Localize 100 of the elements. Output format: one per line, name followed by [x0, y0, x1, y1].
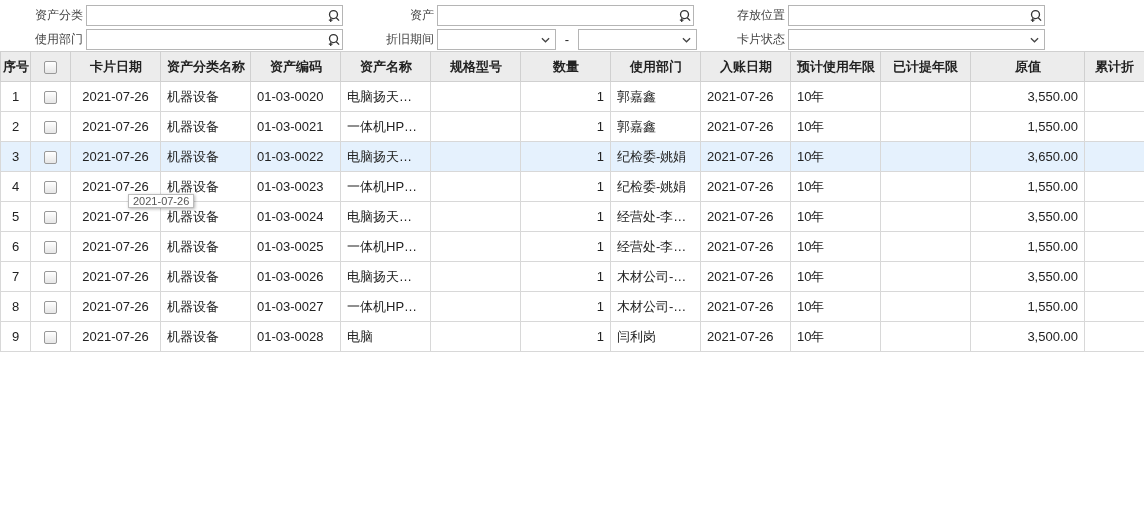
- search-icon[interactable]: [678, 9, 691, 22]
- column-header[interactable]: 数量: [520, 51, 611, 82]
- row-checkbox[interactable]: [44, 241, 57, 255]
- row-checkbox[interactable]: [44, 271, 57, 285]
- table-cell: 2021-07-26: [700, 291, 791, 322]
- table-cell: 2021-07-26: [70, 231, 161, 262]
- row-number: 9: [0, 321, 31, 352]
- lookup-field[interactable]: [86, 29, 343, 50]
- table-cell: 2021-07-26: [700, 81, 791, 112]
- caret-icon: [541, 37, 550, 43]
- table-cell: 2021-07-26: [700, 171, 791, 202]
- table-row[interactable]: 2 2021-07-26 机器设备 01-03-0021 一体机HP… 1 郭嘉鑫 2021-07-26 10年 1,550.00: [0, 111, 1144, 142]
- table-cell: 01-03-0020: [250, 81, 341, 112]
- column-header[interactable]: 资产编码: [250, 51, 341, 82]
- table-cell: 3,550.00: [970, 201, 1085, 232]
- column-header[interactable]: 累计折: [1084, 51, 1144, 82]
- table-cell: 2021-07-26: [70, 111, 161, 142]
- table-cell: 10年: [790, 171, 881, 202]
- column-header[interactable]: 资产分类名称: [160, 51, 251, 82]
- column-header[interactable]: 规格型号: [430, 51, 521, 82]
- table-cell: 机器设备: [160, 291, 251, 322]
- table-cell: 机器设备: [160, 141, 251, 172]
- row-checkbox[interactable]: [44, 211, 57, 225]
- column-header[interactable]: 入账日期: [700, 51, 791, 82]
- table-cell: 01-03-0027: [250, 291, 341, 322]
- column-header[interactable]: 预计使用年限: [790, 51, 881, 82]
- lookup-field[interactable]: [788, 5, 1045, 26]
- table-cell: 01-03-0028: [250, 321, 341, 352]
- table-cell: 10年: [790, 231, 881, 262]
- table-row[interactable]: 8 2021-07-26 机器设备 01-03-0027 一体机HP… 1 木材公司-… 2021-07-26 10年 1,550.00: [0, 291, 1144, 322]
- select-field[interactable]: [578, 29, 697, 50]
- table-cell: 1,550.00: [970, 291, 1085, 322]
- table-cell: 2021-07-26: [70, 291, 161, 322]
- row-checkbox[interactable]: [44, 331, 57, 345]
- select-all-checkbox[interactable]: [44, 61, 57, 75]
- table-cell: 10年: [790, 261, 881, 292]
- table-cell: 10年: [790, 291, 881, 322]
- lookup-field[interactable]: [437, 5, 694, 26]
- search-icon[interactable]: [327, 9, 340, 22]
- table-row[interactable]: 7 2021-07-26 机器设备 01-03-0026 电脑扬天… 1 木材公司-… 2021-07-26 10年 3,550.00: [0, 261, 1144, 292]
- column-header[interactable]: 序号: [0, 51, 31, 82]
- table-cell: 10年: [790, 81, 881, 112]
- row-checkbox[interactable]: [44, 121, 57, 135]
- row-checkbox[interactable]: [44, 91, 57, 105]
- table-cell: 2021-07-26: [70, 321, 161, 352]
- column-header[interactable]: 卡片日期: [70, 51, 161, 82]
- filter-label: 折旧期间: [385, 31, 435, 48]
- table-cell: 01-03-0022: [250, 141, 341, 172]
- row-checkbox[interactable]: [44, 301, 57, 315]
- table-cell: 10年: [790, 111, 881, 142]
- table-row[interactable]: 6 2021-07-26 机器设备 01-03-0025 一体机HP… 1 经营处-李… 2021-07-26 10年 1,550.00: [0, 231, 1144, 262]
- table-cell: 1: [520, 111, 611, 142]
- table-cell: 机器设备: [160, 111, 251, 142]
- table-cell: 1,550.00: [970, 231, 1085, 262]
- table-cell: 1,550.00: [970, 111, 1085, 142]
- filter-label: 资产: [409, 7, 435, 24]
- table-cell: 2021-07-26: [700, 111, 791, 142]
- table-cell: 电脑扬天…: [340, 81, 431, 112]
- select-field[interactable]: [788, 29, 1045, 50]
- table-cell: 2021-07-26: [700, 231, 791, 262]
- column-header[interactable]: 资产名称: [340, 51, 431, 82]
- table-cell: 一体机HP…: [340, 231, 431, 262]
- table-cell: 纪检委-姚娟: [610, 141, 701, 172]
- table-cell: 1: [520, 201, 611, 232]
- search-icon[interactable]: [327, 33, 340, 46]
- table-cell: 2021-07-26: [70, 81, 161, 112]
- table-cell: 1: [520, 291, 611, 322]
- table-row[interactable]: 3 2021-07-26 机器设备 01-03-0022 电脑扬天… 1 纪检委-姚娟 2021-07-26 10年 3,650.00: [0, 141, 1144, 172]
- row-number: 1: [0, 81, 31, 112]
- table-cell: 经营处-李…: [610, 201, 701, 232]
- search-icon[interactable]: [1029, 9, 1042, 22]
- select-field[interactable]: [437, 29, 556, 50]
- table-cell: 1: [520, 231, 611, 262]
- table-cell: 01-03-0023: [250, 171, 341, 202]
- table-cell: 3,550.00: [970, 261, 1085, 292]
- row-number: 4: [0, 171, 31, 202]
- table-cell: 2021-07-26: [70, 141, 161, 172]
- table-cell: 1: [520, 261, 611, 292]
- row-checkbox[interactable]: [44, 181, 57, 195]
- table-cell: 3,550.00: [970, 81, 1085, 112]
- table-cell: 机器设备: [160, 81, 251, 112]
- column-header[interactable]: 使用部门: [610, 51, 701, 82]
- table-cell: 10年: [790, 201, 881, 232]
- caret-icon: [1030, 37, 1039, 43]
- table-cell: 郭嘉鑫: [610, 81, 701, 112]
- row-number: 8: [0, 291, 31, 322]
- filter-label: 存放位置: [736, 7, 786, 24]
- lookup-field[interactable]: [86, 5, 343, 26]
- table-cell: 一体机HP…: [340, 111, 431, 142]
- table-cell: 1: [520, 171, 611, 202]
- table-cell: 01-03-0026: [250, 261, 341, 292]
- column-header[interactable]: 已计提年限: [880, 51, 971, 82]
- table-cell: 3,650.00: [970, 141, 1085, 172]
- table-row[interactable]: 9 2021-07-26 机器设备 01-03-0028 电脑 1 闫利岗 2021-07-26 10年 3,500.00: [0, 321, 1144, 352]
- column-header[interactable]: 原值: [970, 51, 1085, 82]
- row-number: 7: [0, 261, 31, 292]
- table-row[interactable]: 1 2021-07-26 机器设备 01-03-0020 电脑扬天… 1 郭嘉鑫 2021-07-26 10年 3,550.00: [0, 81, 1144, 112]
- table-cell: 2021-07-26: [700, 201, 791, 232]
- table-cell: 3,500.00: [970, 321, 1085, 352]
- row-checkbox[interactable]: [44, 151, 57, 165]
